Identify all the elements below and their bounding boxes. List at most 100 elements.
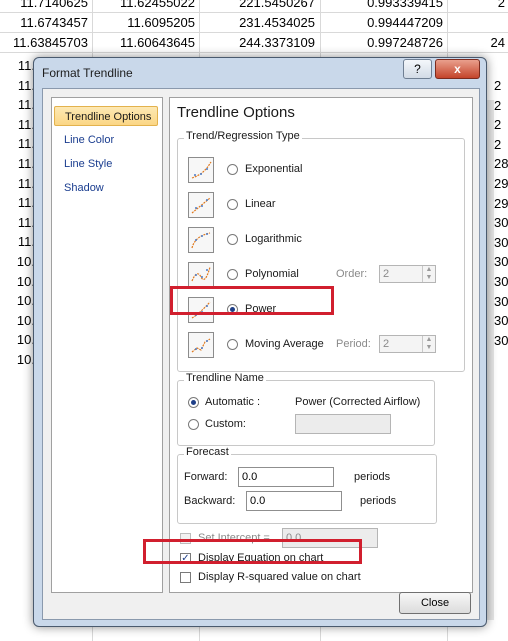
cell[interactable]: 30 (494, 274, 508, 289)
automatic-name-value: Power (Corrected Airflow) (295, 396, 421, 408)
moving-average-label[interactable]: Moving Average (245, 338, 324, 350)
cell[interactable]: 2 (494, 98, 508, 113)
cell[interactable]: 11. (0, 97, 35, 112)
cell[interactable]: 28 (494, 156, 508, 171)
backward-unit: periods (360, 495, 397, 507)
cell[interactable]: 244.3373109 (205, 35, 315, 50)
custom-name-radio[interactable] (188, 419, 199, 430)
cell[interactable]: 24 (450, 35, 505, 50)
close-window-button[interactable]: x (435, 59, 480, 79)
cell[interactable]: 10. (0, 352, 35, 367)
logarithmic-trend-icon (188, 227, 214, 253)
cell[interactable]: 10. (0, 254, 35, 269)
logarithmic-label[interactable]: Logarithmic (245, 233, 302, 245)
cell[interactable]: 10. (0, 332, 35, 347)
dialog-titlebar[interactable]: Format Trendline ? x (34, 58, 486, 86)
category-list: Trendline Options Line Color Line Style … (51, 97, 163, 593)
nav-item-line-style[interactable]: Line Style (54, 154, 158, 174)
cell[interactable]: 11.6743457 (0, 15, 88, 30)
order-spinner[interactable]: 2 ▲ ▼ (379, 265, 436, 283)
linear-label[interactable]: Linear (245, 198, 276, 210)
moving-average-radio[interactable] (227, 339, 238, 350)
cell[interactable]: 30 (494, 294, 508, 309)
exponential-label[interactable]: Exponential (245, 163, 303, 175)
cell[interactable]: 11.6095205 (95, 15, 195, 30)
cell[interactable]: 29 (494, 176, 508, 191)
forward-input[interactable]: 0.0 (238, 467, 334, 487)
cell[interactable]: 11.7140625 (0, 0, 88, 10)
spinner-arrows-icon[interactable]: ▲ ▼ (422, 266, 435, 282)
cell[interactable]: 221.5450267 (205, 0, 315, 10)
dialog-title: Format Trendline (42, 66, 133, 80)
forecast-group: Forecast Forward: 0.0 periods Backward: … (177, 446, 437, 524)
cell[interactable]: 11. (0, 176, 35, 191)
cell[interactable]: 11.60643645 (95, 35, 195, 50)
cell[interactable]: 29 (494, 196, 508, 211)
exponential-trend-icon (188, 157, 214, 183)
close-button[interactable]: Close (399, 592, 471, 614)
spinner-arrows-icon[interactable]: ▲ ▼ (422, 336, 435, 352)
cell[interactable]: 0.997248726 (325, 35, 443, 50)
cell[interactable]: 11. (0, 156, 35, 171)
display-rsquared-checkbox[interactable] (180, 572, 191, 583)
nav-item-shadow[interactable]: Shadow (54, 178, 158, 198)
sheet-scroll-strip (486, 100, 494, 620)
logarithmic-radio[interactable] (227, 234, 238, 245)
cell[interactable]: 30 (494, 333, 508, 348)
period-value: 2 (383, 338, 390, 350)
custom-label[interactable]: Custom: (205, 418, 246, 430)
cell[interactable]: 11.63845703 (0, 35, 88, 50)
cell[interactable]: 11. (0, 117, 35, 132)
cell[interactable]: 30 (494, 254, 508, 269)
backward-input[interactable]: 0.0 (246, 491, 342, 511)
order-label: Order: (336, 268, 368, 280)
display-rsquared-label[interactable]: Display R-squared value on chart (198, 571, 361, 583)
cell[interactable]: 11. (0, 234, 35, 249)
automatic-name-radio[interactable] (188, 397, 199, 408)
cell[interactable]: 0.993339415 (325, 0, 443, 10)
sheet-row[interactable]: 11.63845703 11.60643645 244.3373109 0.99… (0, 32, 508, 53)
order-value: 2 (383, 268, 390, 280)
display-equation-highlight-box (143, 539, 362, 564)
linear-radio[interactable] (227, 199, 238, 210)
power-highlight-box (170, 286, 334, 315)
cell[interactable]: 2 (494, 137, 508, 152)
period-label: Period: (336, 338, 371, 350)
panel-title: Trendline Options (177, 104, 295, 121)
cell[interactable]: 30 (494, 215, 508, 230)
regression-type-group: Trend/Regression Type Exponential Linear (177, 130, 465, 372)
cell[interactable]: 2 (494, 78, 508, 93)
cell[interactable]: 11.62455022 (95, 0, 195, 10)
cell[interactable]: 30 (494, 313, 508, 328)
exponential-radio[interactable] (227, 164, 238, 175)
cell[interactable]: 2 (450, 0, 505, 10)
moving-average-trend-icon (188, 332, 214, 358)
cell[interactable]: 10. (0, 313, 35, 328)
cell[interactable]: 11. (0, 136, 35, 151)
trendline-name-group: Trendline Name Automatic : Power (Correc… (177, 372, 435, 446)
polynomial-radio[interactable] (227, 269, 238, 280)
period-spinner[interactable]: 2 ▲ ▼ (379, 335, 436, 353)
help-button[interactable]: ? (403, 59, 432, 79)
automatic-label[interactable]: Automatic : (205, 396, 260, 408)
cell[interactable]: 10. (0, 293, 35, 308)
cell[interactable]: 10. (0, 274, 35, 289)
polynomial-label[interactable]: Polynomial (245, 268, 299, 280)
cell[interactable]: 0.994447209 (325, 15, 443, 30)
nav-item-line-color[interactable]: Line Color (54, 130, 158, 150)
cell[interactable]: 11. (0, 78, 35, 93)
cell[interactable]: 11. (0, 195, 35, 210)
cell[interactable]: 11. (0, 58, 35, 73)
linear-trend-icon (188, 192, 214, 218)
cell[interactable]: 231.4534025 (205, 15, 315, 30)
nav-item-trendline-options[interactable]: Trendline Options (54, 106, 158, 126)
group-label: Trend/Regression Type (184, 130, 302, 142)
custom-name-input[interactable] (295, 414, 391, 434)
backward-label: Backward: (184, 495, 236, 507)
cell[interactable]: 11. (0, 215, 35, 230)
polynomial-trend-icon (188, 262, 214, 288)
cell[interactable]: 30 (494, 235, 508, 250)
group-label: Forecast (184, 446, 231, 458)
cell[interactable]: 2 (494, 117, 508, 132)
sheet-row[interactable]: 11.6743457 11.6095205 231.4534025 0.9944… (0, 12, 508, 33)
